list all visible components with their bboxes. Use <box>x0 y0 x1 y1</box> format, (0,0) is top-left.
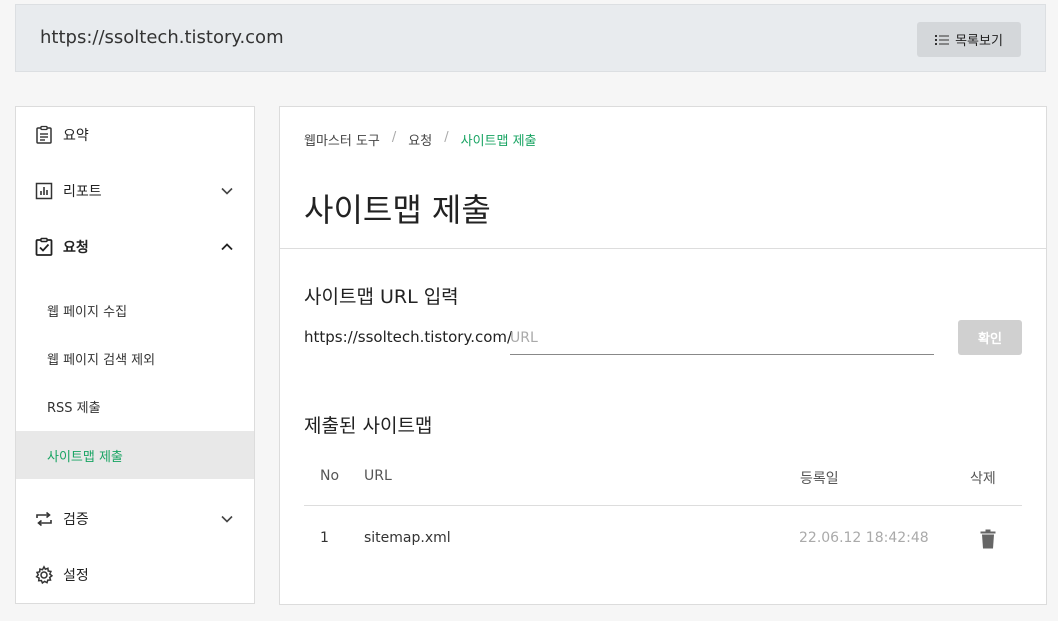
sidebar-subitem-rss-submit[interactable]: RSS 제출 <box>16 382 254 430</box>
sidebar-item-summary[interactable]: 요약 <box>16 107 254 163</box>
row-date: 22.06.12 18:42:48 <box>799 530 929 546</box>
list-icon <box>935 34 950 45</box>
url-prefix: https://ssoltech.tistory.com/ <box>304 328 513 346</box>
site-url: https://ssoltech.tistory.com <box>40 27 284 48</box>
column-header-delete: 삭제 <box>970 471 996 487</box>
sidebar-subitem-label: RSS 제출 <box>47 400 101 416</box>
sidebar-item-label: 설정 <box>63 568 89 584</box>
sidebar-subitem-page-collect[interactable]: 웹 페이지 수집 <box>16 286 254 334</box>
sidebar-item-report[interactable]: 리포트 <box>16 163 254 219</box>
sidebar-subitem-page-exclude[interactable]: 웹 페이지 검색 제외 <box>16 334 254 382</box>
column-header-no: No <box>320 468 340 484</box>
breadcrumb-separator: / <box>444 130 449 145</box>
row-url: sitemap.xml <box>364 530 451 546</box>
breadcrumb-item-current: 사이트맵 제출 <box>460 134 537 149</box>
chevron-down-icon <box>221 187 233 195</box>
clipboard-list-icon <box>36 125 52 144</box>
trash-icon[interactable] <box>979 529 997 549</box>
submitted-sitemaps-title: 제출된 사이트맵 <box>304 415 433 437</box>
sidebar-item-verify[interactable]: 검증 <box>16 491 254 547</box>
sidebar-item-label: 검증 <box>63 512 89 528</box>
gear-icon <box>35 565 54 585</box>
sidebar-subitem-label: 사이트맵 제출 <box>47 449 123 465</box>
sidebar-item-settings[interactable]: 설정 <box>16 547 254 603</box>
sitemap-input-section-title: 사이트맵 URL 입력 <box>304 286 459 308</box>
main-panel: 웹마스터 도구 / 요청 / 사이트맵 제출 사이트맵 제출 사이트맵 URL … <box>279 106 1047 605</box>
page-title: 사이트맵 제출 <box>304 191 491 229</box>
breadcrumb-separator: / <box>391 130 397 145</box>
sidebar-item-label: 요청 <box>63 240 89 256</box>
sidebar-subitem-sitemap-submit[interactable]: 사이트맵 제출 <box>16 431 254 479</box>
table-header-divider <box>304 505 1022 506</box>
clipboard-check-icon <box>35 237 53 256</box>
breadcrumb-item-webmaster[interactable]: 웹마스터 도구 <box>304 130 380 149</box>
row-no: 1 <box>320 530 329 546</box>
sidebar: 요약 리포트 요청 웹 페이지 수집 웹 페이지 검색 제외 RSS 제출 사이… <box>15 106 255 604</box>
sidebar-item-label: 요약 <box>63 128 89 144</box>
header-divider <box>280 248 1046 249</box>
sidebar-subitem-label: 웹 페이지 검색 제외 <box>47 352 156 368</box>
breadcrumb-item-request[interactable]: 요청 <box>408 130 432 149</box>
sidebar-item-request[interactable]: 요청 <box>16 219 254 275</box>
confirm-button[interactable]: 확인 <box>958 320 1022 355</box>
repeat-icon <box>36 511 52 527</box>
column-header-url: URL <box>364 468 392 484</box>
bar-chart-icon <box>35 182 53 200</box>
sitemap-url-input[interactable] <box>510 321 934 355</box>
chevron-down-icon <box>221 515 233 523</box>
list-view-button[interactable]: 목록보기 <box>917 22 1021 57</box>
list-view-button-label: 목록보기 <box>955 34 1003 49</box>
breadcrumb: 웹마스터 도구 / 요청 / 사이트맵 제출 <box>304 130 537 149</box>
chevron-up-icon <box>221 243 233 251</box>
top-bar: https://ssoltech.tistory.com 목록보기 <box>15 4 1046 72</box>
column-header-date: 등록일 <box>800 471 839 487</box>
sidebar-item-label: 리포트 <box>63 184 102 200</box>
sidebar-subitem-label: 웹 페이지 수집 <box>47 304 128 320</box>
